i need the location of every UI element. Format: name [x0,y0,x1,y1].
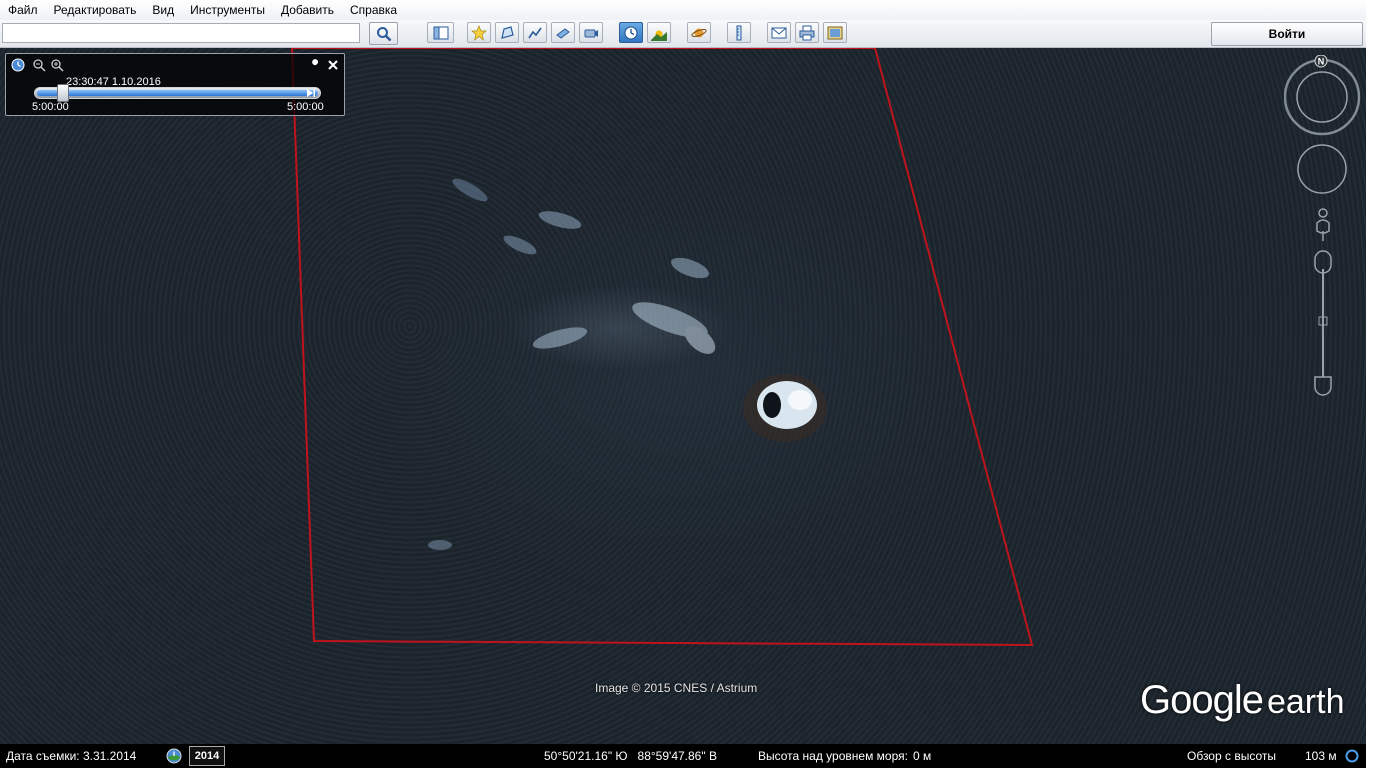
streaming-status-icon [1345,749,1359,763]
planets-button[interactable] [687,22,711,43]
overlay-icon [556,27,570,39]
step-forward-icon[interactable] [306,88,316,98]
elevation-value: 0 м [913,749,932,763]
add-overlay-button[interactable] [551,22,575,43]
placemark-icon [471,24,487,41]
ruler-button[interactable] [727,22,751,43]
sunlight-button[interactable] [647,22,671,43]
range-end-label: 5:00:00 [287,101,324,113]
range-start-label: 5:00:00 [32,101,69,113]
add-polygon-button[interactable] [495,22,519,43]
search-icon [376,26,391,41]
toolbar: Войти [0,20,1366,48]
historical-imagery-icon [624,26,638,39]
logo-earth-text: earth [1266,683,1345,721]
zoom-out-time-icon[interactable] [32,58,46,72]
add-placemark-button[interactable] [467,22,491,43]
save-image-button[interactable] [823,22,847,43]
imagery-year-badge[interactable]: 2014 [189,746,225,766]
window-right-edge [1366,0,1376,768]
compass-ring[interactable] [1283,58,1361,136]
print-button[interactable] [795,22,819,43]
look-joystick[interactable] [1297,144,1347,194]
status-bar: Дата съемки: 3.31.2014 2014 50°50'21.16"… [0,744,1366,768]
navigation-svg: N [1283,54,1361,396]
time-slider-fill [37,90,318,96]
clock-icon [11,58,25,72]
time-slider-panel: 23:30:47 1.10.2016 5:00:00 5:00:00 [5,53,345,116]
elevation-label: Высота над уровнем моря: [758,749,908,763]
google-earth-logo: Google earth [1140,678,1344,723]
menu-view[interactable]: Вид [144,3,182,17]
menu-edit[interactable]: Редактировать [46,3,145,17]
sidebar-icon [433,26,448,39]
email-icon [771,27,787,38]
eye-altitude-label: Обзор с высоты [1187,749,1276,763]
polygon-icon [501,25,514,39]
sidebar-toggle-button[interactable] [427,22,454,43]
menu-help[interactable]: Справка [342,3,405,17]
planets-icon [691,28,707,37]
print-icon [799,25,815,40]
navigation-controls: N [1283,54,1364,400]
coordinates: 50°50'21.16" Ю 88°59'47.86" В [544,749,717,763]
search-input[interactable] [2,23,360,43]
zoom-in-time-icon[interactable] [50,58,64,72]
add-path-button[interactable] [523,22,547,43]
menu-add[interactable]: Добавить [273,3,342,17]
map-overlay [290,48,1034,647]
terrain-features [428,178,716,550]
map-view[interactable]: Image © 2015 CNES / Astrium Google earth [0,48,1366,744]
sunlight-icon [651,30,667,41]
search-button[interactable] [369,22,398,45]
eye-altitude-value: 103 м [1305,749,1337,763]
zoom-slider[interactable] [1314,250,1332,396]
historical-imagery-button[interactable] [619,22,643,43]
menu-tools[interactable]: Инструменты [182,3,273,17]
save-image-icon [827,26,843,39]
record-tour-button[interactable] [579,22,603,43]
menu-file[interactable]: Файл [0,3,46,17]
time-slider-thumb[interactable] [57,84,69,102]
email-button[interactable] [767,22,791,43]
historical-imagery-status-icon[interactable] [166,748,182,764]
image-attribution: Image © 2015 CNES / Astrium [595,681,758,695]
close-icon[interactable] [326,58,340,72]
boundary-polygon[interactable] [290,48,1034,647]
capture-date: Дата съемки: 3.31.2014 [6,749,137,763]
north-icon[interactable]: N [1314,54,1328,68]
login-button[interactable]: Войти [1211,22,1363,46]
tour-icon [584,29,598,37]
street-view-pegman-icon[interactable] [1316,208,1330,241]
time-slider-track[interactable] [34,87,321,99]
bright-object [743,374,827,442]
wrench-icon[interactable] [308,58,322,72]
path-icon [528,27,542,38]
menu-bar: Файл Редактировать Вид Инструменты Добав… [0,0,1366,21]
svg-text:N: N [1318,57,1325,67]
logo-google-text: Google [1140,678,1264,722]
ruler-icon [736,25,742,40]
